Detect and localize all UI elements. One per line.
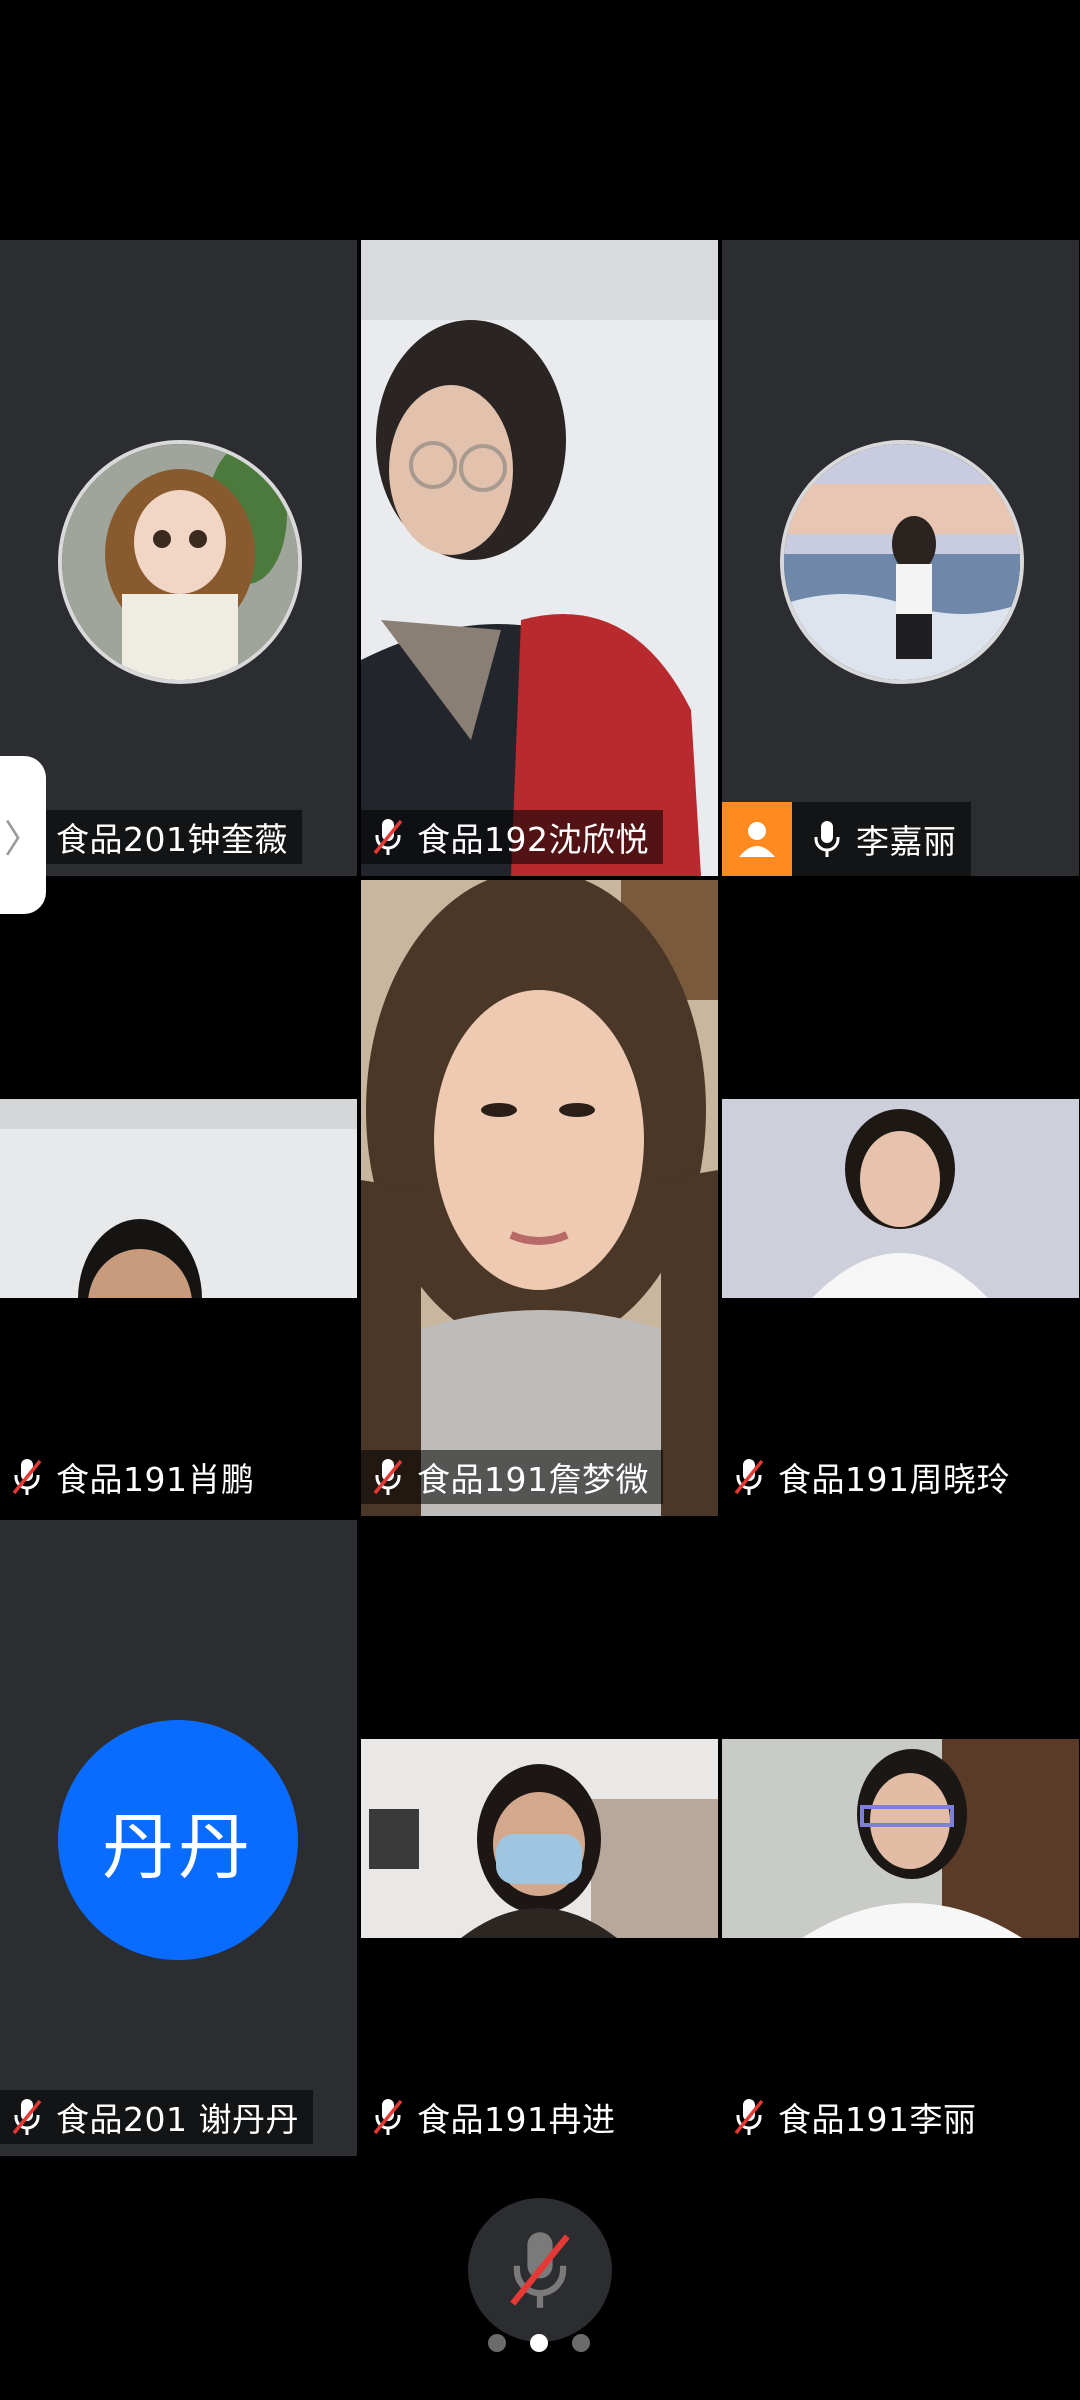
participant-name: 食品191周晓玲	[778, 1460, 1010, 1499]
chevron-right-icon: 〉	[3, 816, 42, 861]
participant-name: 食品191詹梦微	[417, 1460, 649, 1499]
participant-tile[interactable]: 食品191李丽	[722, 1520, 1079, 2156]
mic-icon	[812, 819, 842, 859]
participant-name-bar: 食品191周晓玲	[722, 1450, 1024, 1504]
participant-avatar	[780, 440, 1024, 684]
mic-muted-icon	[373, 817, 403, 857]
participant-avatar	[58, 440, 302, 684]
mic-muted-icon	[734, 2097, 764, 2137]
participant-video	[722, 1739, 1079, 1938]
participant-video	[361, 1739, 718, 1938]
participant-name-bar: 李嘉丽	[722, 802, 971, 876]
page-dot[interactable]	[572, 2334, 590, 2352]
participant-tile[interactable]: 食品191周晓玲	[722, 880, 1079, 1516]
participant-name: 李嘉丽	[856, 822, 957, 861]
page-dot[interactable]	[488, 2334, 506, 2352]
participant-tile[interactable]: 食品192沈欣悦	[361, 240, 718, 876]
mic-muted-icon	[510, 2232, 570, 2308]
participant-tile[interactable]: 李嘉丽	[722, 240, 1079, 876]
participant-tile[interactable]: 食品191肖鹏	[0, 880, 357, 1516]
participant-video	[722, 1099, 1079, 1298]
participant-name: 食品191肖鹏	[56, 1460, 255, 1499]
participant-video	[0, 1099, 357, 1379]
participant-letter-avatar: 丹丹	[58, 1720, 298, 1960]
person-icon	[739, 822, 775, 857]
participant-tile[interactable]: 丹丹 食品201 谢丹丹	[0, 1520, 357, 2156]
participant-video	[361, 880, 718, 1516]
mic-muted-icon	[373, 1457, 403, 1497]
mic-muted-icon	[12, 1457, 42, 1497]
mute-toggle-button[interactable]	[468, 2198, 612, 2342]
page-indicator[interactable]	[488, 2334, 592, 2354]
participant-video	[361, 240, 718, 876]
participant-name-bar: 食品191冉进	[361, 2090, 630, 2144]
participant-name: 食品201 谢丹丹	[56, 2100, 299, 2139]
mic-muted-icon	[373, 2097, 403, 2137]
participant-name: 食品191冉进	[417, 2100, 616, 2139]
mic-muted-icon	[12, 2097, 42, 2137]
host-badge	[722, 802, 792, 876]
mic-muted-icon	[734, 1457, 764, 1497]
participant-name-bar: 食品191肖鹏	[0, 1450, 269, 1504]
participant-tile[interactable]: 食品191冉进	[361, 1520, 718, 2156]
participant-name: 食品201钟奎薇	[56, 820, 288, 859]
participant-name-bar: 食品191詹梦微	[361, 1450, 663, 1504]
participant-name-bar: 食品192沈欣悦	[361, 810, 663, 864]
participant-name-bar: 食品201 谢丹丹	[0, 2090, 313, 2144]
participant-name-bar: 食品191李丽	[722, 2090, 991, 2144]
participant-tile[interactable]: 食品201钟奎薇	[0, 240, 357, 876]
side-panel-handle[interactable]: 〉	[0, 756, 46, 914]
page-dot-active[interactable]	[530, 2334, 548, 2352]
participant-tile[interactable]: 食品191詹梦微	[361, 880, 718, 1516]
participant-name: 食品192沈欣悦	[417, 820, 649, 859]
participant-name: 食品191李丽	[778, 2100, 977, 2139]
